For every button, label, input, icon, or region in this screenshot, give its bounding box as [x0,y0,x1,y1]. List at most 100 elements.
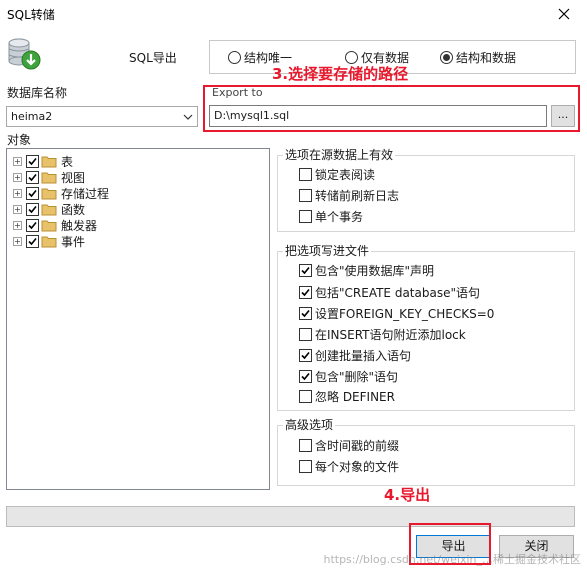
expand-icon[interactable]: + [13,188,22,198]
tree-item-tables[interactable]: + 表 [13,153,73,169]
option-label: 包括"CREATE database"语句 [315,285,480,300]
tree-item-label: 函数 [61,202,86,217]
annotation-step4: 4.导出 [384,486,431,504]
tree-item-procedures[interactable]: + 存储过程 [13,185,109,201]
object-tree: + 表 + 视图 + 存储过程 + 函数 + 触发器 + 事件 [6,148,270,490]
option-label: 设置FOREIGN_KEY_CHECKS=0 [315,306,495,321]
folder-icon [41,219,57,232]
checkbox-checked[interactable] [26,202,39,216]
close-icon [558,8,570,20]
database-select-value: heima2 [11,110,53,123]
check-icon [28,189,37,197]
folder-icon [41,155,57,168]
tree-item-triggers[interactable]: + 触发器 [13,217,97,233]
title-bar: SQL转储 [0,0,587,28]
checkbox-checked[interactable] [299,263,312,277]
check-icon [301,351,310,359]
option-label: 锁定表阅读 [315,167,376,182]
tree-item-label: 触发器 [61,218,98,233]
option-include-use-database[interactable]: 包含"使用数据库"声明 [299,262,434,278]
option-timestamp-prefix[interactable]: 含时间戳的前缀 [299,437,399,453]
checkbox-unchecked[interactable] [299,188,312,202]
option-label: 在INSERT语句附近添加lock [315,327,466,342]
check-icon [28,205,37,213]
sql-dump-dialog: SQL转储 SQL导出 结构唯一 仅有数据 结构和数据 3.选择要存储的路径 数… [0,0,587,575]
checkbox-unchecked[interactable] [299,438,312,452]
radio-label: 结构和数据 [456,51,517,65]
option-label: 单个事务 [315,209,364,224]
option-include-drop[interactable]: 包含"删除"语句 [299,368,398,384]
tree-item-label: 存储过程 [61,186,110,201]
sql-export-label: SQL导出 [129,51,177,65]
radio-indicator [228,51,241,64]
check-icon [301,288,310,296]
database-name-label: 数据库名称 [7,86,68,100]
advanced-options-group [277,425,575,486]
check-icon [301,372,310,380]
check-icon [301,266,310,274]
option-ignore-definer[interactable]: 忽略 DEFINER [299,388,395,404]
folder-icon [41,235,57,248]
checkbox-checked[interactable] [26,186,39,200]
watermark: https://blog.csdn.net/weixin_…稀土掘金技术社区 [323,553,581,566]
check-icon [28,221,37,229]
advanced-options-title: 高级选项 [283,416,336,433]
check-icon [28,157,37,165]
folder-icon [41,203,57,216]
checkbox-unchecked[interactable] [299,167,312,181]
tree-item-events[interactable]: + 事件 [13,233,85,249]
close-window-button[interactable] [541,0,587,28]
checkbox-checked[interactable] [26,154,39,168]
option-label: 含时间戳的前缀 [315,438,400,453]
database-select[interactable]: heima2 [6,106,198,127]
radio-structure-and-data[interactable]: 结构和数据 [440,49,516,66]
checkbox-checked[interactable] [26,218,39,232]
folder-icon [41,187,57,200]
checkbox-unchecked[interactable] [299,389,312,403]
option-foreign-key-checks[interactable]: 设置FOREIGN_KEY_CHECKS=0 [299,305,494,321]
folder-icon [41,171,57,184]
highlight-export-path [203,85,580,132]
option-label: 包含"删除"语句 [315,369,399,384]
check-icon [28,173,37,181]
database-export-icon [8,38,41,70]
checkbox-unchecked[interactable] [299,327,312,341]
annotation-step3: 3.选择要存储的路径 [272,65,409,83]
check-icon [28,237,37,245]
tree-item-views[interactable]: + 视图 [13,169,85,185]
option-label: 创建批量插入语句 [315,348,412,363]
expand-icon[interactable]: + [13,236,22,246]
option-file-per-object[interactable]: 每个对象的文件 [299,458,399,474]
source-options-title: 选项在源数据上有效 [283,146,396,163]
objects-label: 对象 [7,133,32,147]
option-bulk-insert[interactable]: 创建批量插入语句 [299,347,411,363]
checkbox-unchecked[interactable] [299,209,312,223]
option-label: 包含"使用数据库"声明 [315,263,435,278]
option-lock-tables[interactable]: 锁定表阅读 [299,166,375,182]
option-single-transaction[interactable]: 单个事务 [299,208,363,224]
chevron-down-icon [183,114,193,120]
tree-item-label: 事件 [61,234,86,249]
checkbox-checked[interactable] [26,234,39,248]
option-label: 转储前刷新日志 [315,188,400,203]
radio-indicator-selected [440,51,453,64]
checkbox-checked[interactable] [299,306,312,320]
tree-item-functions[interactable]: + 函数 [13,201,85,217]
option-insert-lock[interactable]: 在INSERT语句附近添加lock [299,326,466,342]
option-flush-logs[interactable]: 转储前刷新日志 [299,187,399,203]
check-icon [301,309,310,317]
option-label: 每个对象的文件 [315,459,400,474]
checkbox-checked[interactable] [299,285,312,299]
checkbox-unchecked[interactable] [299,459,312,473]
option-include-create-database[interactable]: 包括"CREATE database"语句 [299,284,480,300]
expand-icon[interactable]: + [13,204,22,214]
checkbox-checked[interactable] [299,369,312,383]
checkbox-checked[interactable] [299,348,312,362]
checkbox-checked[interactable] [26,170,39,184]
window-title: SQL转储 [7,8,55,22]
tree-item-label: 表 [61,154,74,169]
tree-item-label: 视图 [61,170,86,185]
expand-icon[interactable]: + [13,220,22,230]
expand-icon[interactable]: + [13,172,22,182]
expand-icon[interactable]: + [13,156,22,166]
